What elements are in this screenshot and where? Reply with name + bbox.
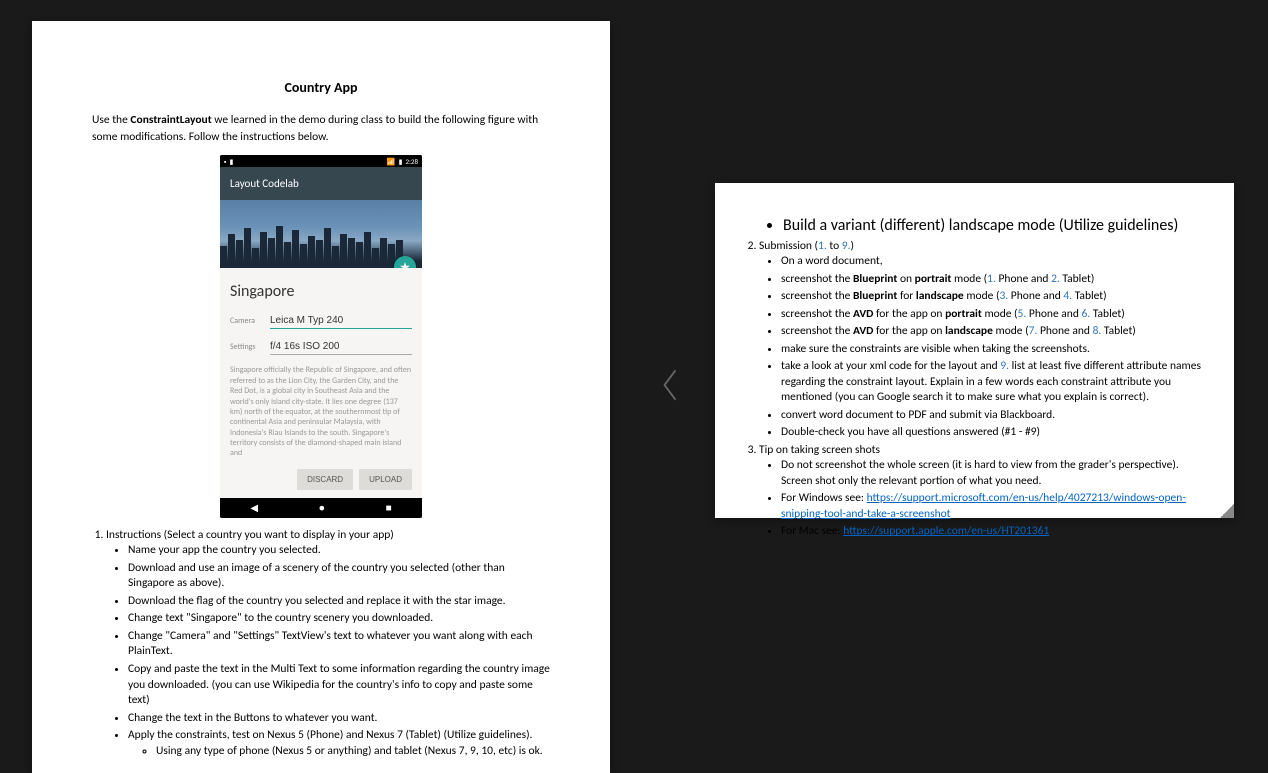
list-item: Submission (1. to 9.) On a word document… [759, 239, 1204, 441]
intro-paragraph: Use the ConstraintLayout we learned in t… [92, 112, 550, 145]
list-item: Download the flag of the country you sel… [128, 594, 550, 610]
star-fab[interactable] [394, 256, 416, 268]
list-item: Instructions (Select a country you want … [106, 528, 550, 759]
city-title: Singapore [230, 282, 412, 301]
status-bar: ▪ ▮ 📶 ▮ 2:28 [220, 155, 422, 167]
camera-input[interactable] [270, 313, 412, 329]
list-item: screenshot the AVD for the app on landsc… [781, 324, 1204, 340]
list-item: Double-check you have all questions answ… [781, 425, 1204, 441]
discard-button[interactable]: DISCARD [297, 469, 353, 490]
list-item: Name your app the country you selected. [128, 543, 550, 559]
list-item: Change text "Singapore" to the country s… [128, 611, 550, 627]
content-card: Singapore Camera Settings Singapore offi… [220, 268, 422, 498]
settings-label: Settings [230, 342, 262, 352]
list-item: Change the text in the Buttons to whatev… [128, 711, 550, 727]
list-item: Using any type of phone (Nexus 5 or anyt… [156, 744, 550, 760]
clock-text: 2:28 [405, 157, 418, 166]
list-item: Do not screenshot the whole screen (it i… [781, 458, 1204, 489]
instructions-list: Instructions (Select a country you want … [92, 528, 550, 759]
list-item: convert word document to PDF and submit … [781, 408, 1204, 424]
battery-icon: ▮ [399, 157, 403, 166]
list-item: Apply the constraints, test on Nexus 5 (… [128, 728, 550, 759]
list-item: screenshot the Blueprint on portrait mod… [781, 272, 1204, 288]
list-item: Download and use an image of a scenery o… [128, 561, 550, 592]
star-icon [399, 261, 411, 268]
list-item: For Windows see: https://support.microso… [781, 491, 1204, 522]
upload-button[interactable]: UPLOAD [359, 469, 412, 490]
list-item: take a look at your xml code for the lay… [781, 359, 1204, 406]
list-item: make sure the constraints are visible wh… [781, 342, 1204, 358]
list-item: Copy and paste the text in the Multi Tex… [128, 662, 550, 709]
list-item: Build a variant (different) landscape mo… [783, 215, 1204, 237]
recent-icon[interactable]: ■ [386, 501, 392, 514]
app-bar-title: Layout Codelab [230, 177, 299, 190]
list-item: screenshot the AVD for the app on portra… [781, 307, 1204, 323]
nav-bar: ◀ ● ■ [220, 498, 422, 518]
list-item: On a word document, [781, 254, 1204, 270]
list-item: Tip on taking screen shots Do not screen… [759, 443, 1204, 540]
prev-page-arrow[interactable] [650, 360, 690, 410]
settings-input[interactable] [270, 339, 412, 355]
phone-mock: ▪ ▮ 📶 ▮ 2:28 Layout Codelab [220, 155, 422, 518]
status-icon: ▪ [224, 157, 226, 166]
document-page-2: Build a variant (different) landscape mo… [715, 183, 1234, 518]
camera-label: Camera [230, 316, 262, 326]
app-bar: Layout Codelab [220, 167, 422, 200]
signal-icon: 📶 [387, 157, 396, 166]
chevron-left-icon [659, 366, 681, 404]
document-page-1: Country App Use the ConstraintLayout we … [32, 21, 610, 773]
home-icon[interactable]: ● [319, 501, 325, 514]
phone-mock-container: ▪ ▮ 📶 ▮ 2:28 Layout Codelab [92, 155, 550, 518]
list-item: Change "Camera" and "Settings" TextView'… [128, 629, 550, 660]
description-text: Singapore officially the Republic of Sin… [230, 365, 412, 459]
list-item: screenshot the Blueprint for landscape m… [781, 289, 1204, 305]
mac-link[interactable]: https://support.apple.com/en-us/HT201361 [843, 524, 1049, 538]
list-item: For Mac see: https://support.apple.com/e… [781, 524, 1204, 540]
page-title: Country App [92, 79, 550, 96]
back-icon[interactable]: ◀ [250, 501, 258, 514]
resize-handle-icon[interactable] [1220, 504, 1234, 518]
status-icon: ▮ [229, 157, 233, 166]
hero-image [220, 200, 422, 268]
